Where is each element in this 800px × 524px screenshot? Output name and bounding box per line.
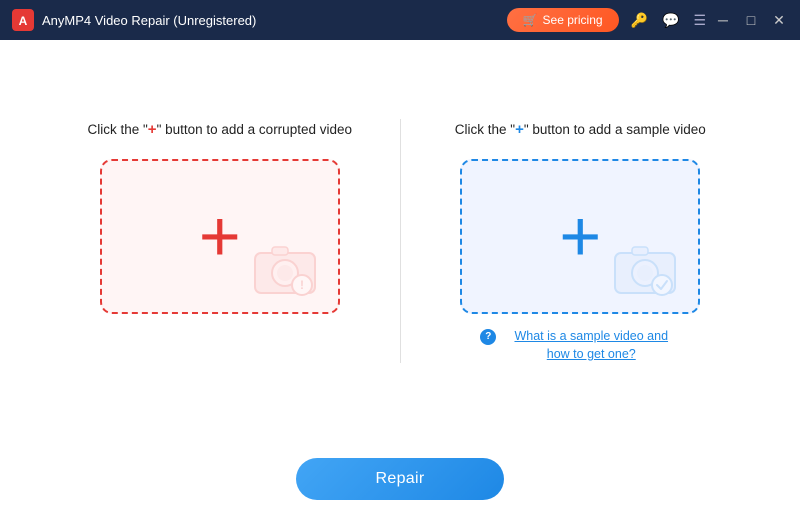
- question-icon: ?: [480, 329, 496, 345]
- sample-drop-zone[interactable]: +: [460, 159, 700, 314]
- svg-text:A: A: [19, 14, 28, 28]
- sample-video-panel: Click the "+" button to add a sample vid…: [401, 99, 761, 384]
- window-controls: ─ □ ✕: [714, 12, 788, 29]
- bottom-bar: Repair: [0, 442, 800, 524]
- sample-camera-icon: [610, 239, 680, 302]
- see-pricing-button[interactable]: 🛒 See pricing: [507, 8, 619, 32]
- sample-instruction: Click the "+" button to add a sample vid…: [455, 119, 706, 142]
- corrupted-video-panel: Click the "+" button to add a corrupted …: [40, 99, 400, 335]
- corrupted-instruction: Click the "+" button to add a corrupted …: [87, 119, 352, 142]
- corrupted-camera-icon: !: [250, 239, 320, 302]
- titlebar: A AnyMP4 Video Repair (Unregistered) 🛒 S…: [0, 0, 800, 40]
- close-button[interactable]: ✕: [770, 12, 788, 29]
- main-content: Click the "+" button to add a corrupted …: [0, 40, 800, 442]
- corrupted-drop-zone[interactable]: + !: [100, 159, 340, 314]
- add-corrupted-icon: +: [199, 201, 241, 273]
- app-title: AnyMP4 Video Repair (Unregistered): [42, 13, 507, 28]
- app-logo: A: [12, 9, 34, 31]
- repair-button[interactable]: Repair: [296, 458, 505, 500]
- titlebar-actions: 🔑 💬 ☰: [631, 12, 706, 29]
- panels-container: Click the "+" button to add a corrupted …: [40, 99, 760, 384]
- minimize-button[interactable]: ─: [714, 12, 732, 28]
- add-sample-icon: +: [559, 201, 601, 273]
- maximize-button[interactable]: □: [742, 12, 760, 28]
- sample-video-link[interactable]: ? What is a sample video and how to get …: [480, 328, 680, 363]
- cart-icon: 🛒: [523, 13, 538, 27]
- chat-icon[interactable]: 💬: [662, 12, 679, 29]
- menu-icon[interactable]: ☰: [693, 12, 706, 29]
- key-icon[interactable]: 🔑: [631, 12, 648, 29]
- svg-text:!: !: [300, 278, 304, 292]
